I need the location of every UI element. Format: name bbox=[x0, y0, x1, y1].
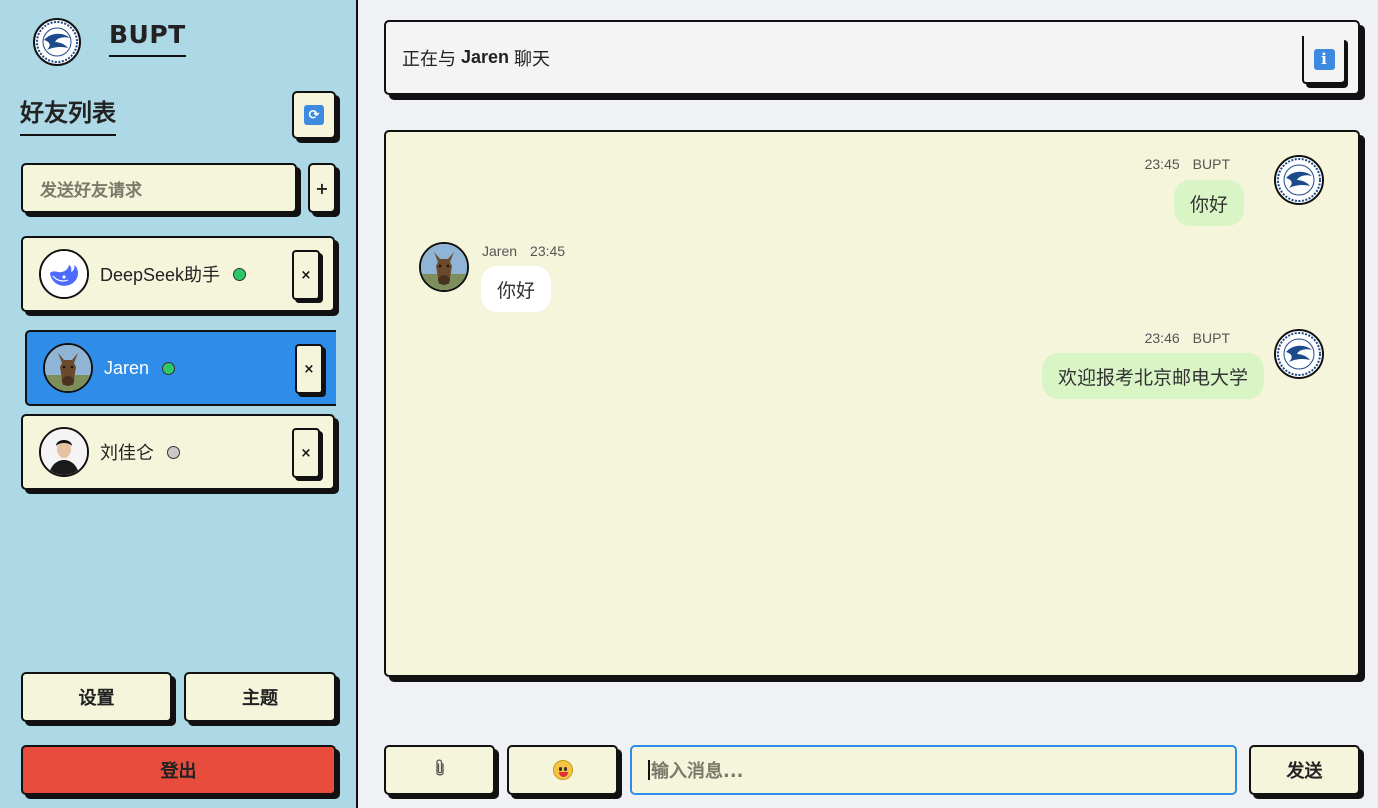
message-list: 23:45 BUPT 你好 Jaren 23:45 你好 23:46 BUPT 欢迎报… bbox=[384, 130, 1360, 677]
message-sender: BUPT bbox=[1192, 330, 1230, 346]
friend-request-input[interactable]: 发送好友请求 bbox=[21, 163, 297, 213]
avatar bbox=[1274, 329, 1324, 379]
bupt-logo bbox=[33, 18, 81, 66]
message-bubble-self: 你好 bbox=[1173, 180, 1244, 226]
message-time: 23:46 bbox=[1144, 330, 1180, 346]
settings-button[interactable]: 设置 bbox=[21, 672, 172, 722]
send-button[interactable]: 发送 bbox=[1249, 745, 1360, 795]
message-bubble-other: 你好 bbox=[481, 266, 552, 312]
message-bubble-self: 欢迎报考北京邮电大学 bbox=[1041, 353, 1264, 399]
add-friend-button[interactable]: + bbox=[308, 163, 336, 213]
text-caret bbox=[648, 760, 650, 780]
app-name: BUPT bbox=[109, 20, 186, 57]
remove-friend-button[interactable]: × bbox=[292, 428, 320, 478]
message-meta: Jaren 23:45 bbox=[482, 243, 565, 259]
message-sender: Jaren bbox=[482, 243, 518, 259]
avatar bbox=[1274, 155, 1324, 205]
emoji-button[interactable] bbox=[507, 745, 618, 795]
friend-item-deepseek[interactable]: DeepSeek助手 × bbox=[21, 236, 335, 312]
avatar bbox=[39, 249, 89, 299]
message-meta: 23:46 BUPT bbox=[1145, 330, 1230, 346]
message-input[interactable]: 输入消息... bbox=[630, 745, 1237, 795]
header-suffix: 聊天 bbox=[514, 48, 551, 69]
message-time: 23:45 bbox=[1144, 156, 1180, 172]
friend-name: 刘佳仑 bbox=[100, 443, 154, 463]
chat-info-button[interactable]: i bbox=[1302, 36, 1344, 84]
offline-status-dot bbox=[167, 445, 180, 459]
attach-button[interactable] bbox=[384, 745, 495, 795]
friends-list-title: 好友列表 bbox=[20, 93, 116, 136]
online-status-dot bbox=[233, 267, 247, 281]
avatar bbox=[419, 242, 469, 292]
message-sender: BUPT bbox=[1192, 156, 1230, 172]
avatar bbox=[39, 427, 89, 477]
avatar bbox=[43, 343, 93, 393]
refresh-icon: ⟳ bbox=[304, 105, 324, 125]
refresh-button[interactable]: ⟳ bbox=[292, 91, 336, 139]
remove-friend-button[interactable]: × bbox=[292, 250, 320, 300]
remove-friend-button[interactable]: × bbox=[295, 344, 323, 394]
friend-item-jaren[interactable]: Jaren × bbox=[25, 330, 336, 406]
friend-name: DeepSeek助手 bbox=[100, 265, 221, 285]
online-status-dot bbox=[162, 361, 176, 375]
info-icon: i bbox=[1313, 48, 1335, 70]
chat-contact-name: Jaren bbox=[461, 47, 510, 67]
emoji-icon bbox=[552, 760, 573, 780]
theme-button[interactable]: 主题 bbox=[184, 672, 336, 722]
logout-button[interactable]: 登出 bbox=[21, 745, 336, 795]
friend-name: Jaren bbox=[104, 357, 150, 378]
sidebar: BUPT 好友列表 ⟳ 发送好友请求 + DeepSeek助手 × Jaren … bbox=[0, 0, 358, 808]
message-meta: 23:45 BUPT bbox=[1145, 156, 1230, 172]
chat-header: 正在与 Jaren 聊天 i bbox=[384, 20, 1360, 95]
message-input-placeholder: 输入消息... bbox=[651, 761, 744, 782]
friend-item-liujialun[interactable]: 刘佳仑 × bbox=[21, 414, 335, 490]
header-prefix: 正在与 bbox=[402, 48, 456, 69]
paperclip-icon bbox=[433, 758, 447, 782]
message-time: 23:45 bbox=[530, 243, 566, 259]
